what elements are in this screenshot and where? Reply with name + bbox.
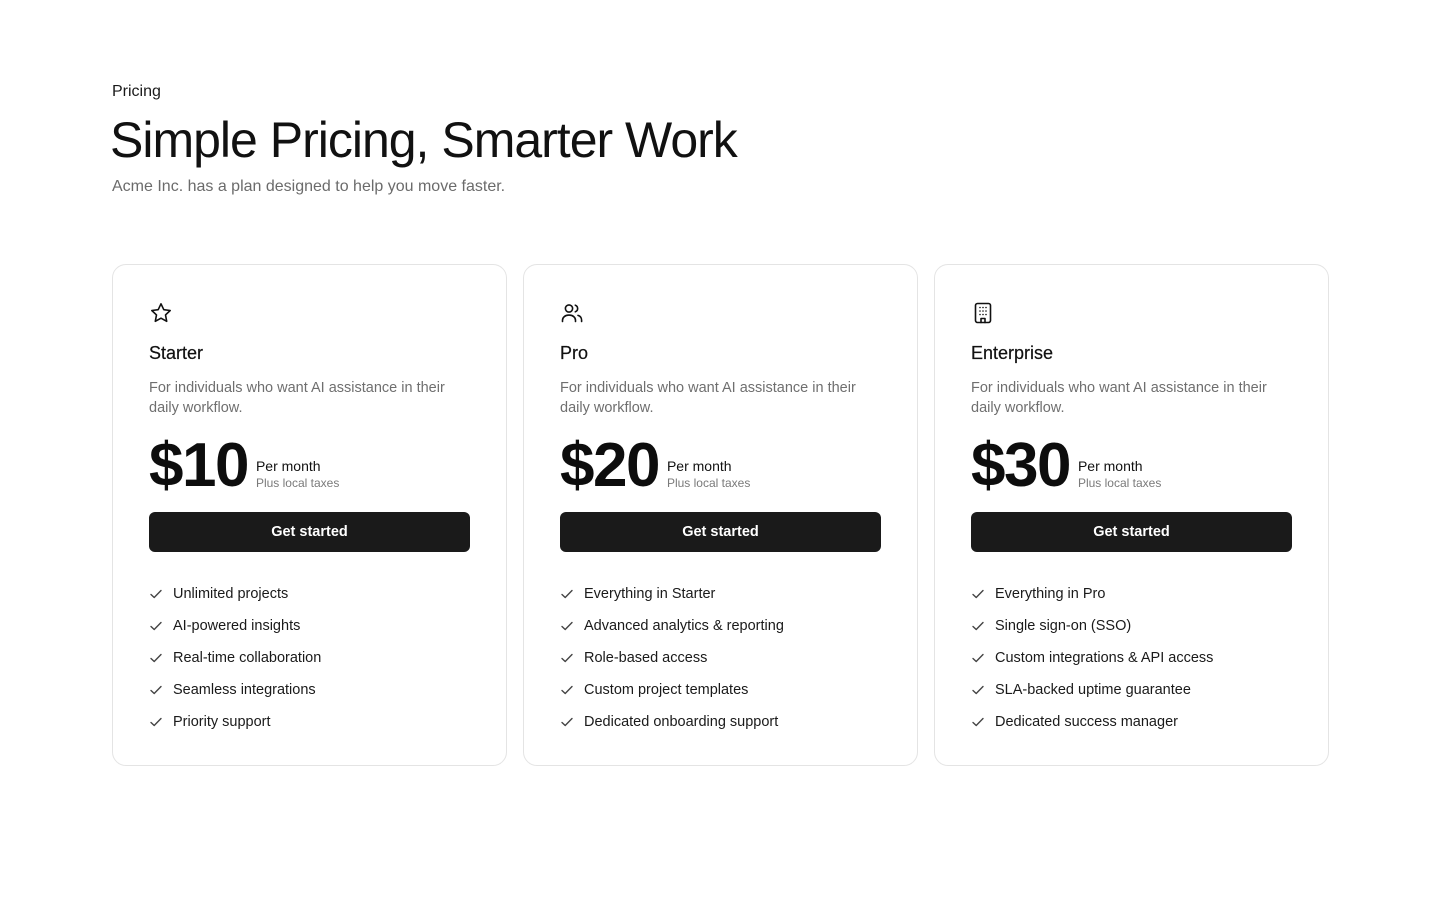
check-icon: [560, 619, 574, 633]
feature-label: Advanced analytics & reporting: [584, 618, 784, 634]
feature-item: Role-based access: [560, 642, 881, 674]
feature-list: Everything in Pro Single sign-on (SSO) C…: [971, 578, 1292, 738]
feature-item: Custom project templates: [560, 674, 881, 706]
feature-list: Unlimited projects AI-powered insights R…: [149, 578, 470, 738]
price-row: $30 Per month Plus local taxes: [971, 428, 1292, 500]
tax-note: Plus local taxes: [1077, 476, 1162, 490]
check-icon: [971, 651, 985, 665]
feature-label: Custom integrations & API access: [995, 650, 1214, 666]
feature-label: Dedicated success manager: [995, 714, 1178, 730]
feature-label: Custom project templates: [584, 682, 749, 698]
plan-name: Enterprise: [971, 343, 1054, 363]
plan-price: $30: [971, 431, 1071, 500]
tax-note: Plus local taxes: [255, 476, 340, 490]
feature-label: Seamless integrations: [173, 682, 316, 698]
plan-description: For individuals who want AI assistance i…: [560, 380, 856, 416]
price-period: Per month: [666, 458, 732, 474]
pricing-cards: Starter For individuals who want AI assi…: [112, 264, 1329, 766]
plan-card-pro: Pro For individuals who want AI assistan…: [523, 264, 918, 766]
feature-item: SLA-backed uptime guarantee: [971, 674, 1292, 706]
check-icon: [149, 619, 163, 633]
check-icon: [149, 587, 163, 601]
feature-label: Dedicated onboarding support: [584, 714, 779, 730]
price-meta: Per month Plus local taxes: [1078, 458, 1161, 496]
plan-name: Starter: [149, 343, 204, 363]
check-icon: [560, 587, 574, 601]
feature-item: Dedicated onboarding support: [560, 706, 881, 738]
feature-item: Everything in Pro: [971, 578, 1292, 610]
feature-item: Everything in Starter: [560, 578, 881, 610]
feature-item: Real-time collaboration: [149, 642, 470, 674]
plan-name: Pro: [560, 343, 589, 363]
building-icon: [971, 301, 995, 325]
plan-description: For individuals who want AI assistance i…: [971, 380, 1267, 416]
price-row: $20 Per month Plus local taxes: [560, 428, 881, 500]
page-subtitle: Acme Inc. has a plan designed to help yo…: [112, 178, 506, 195]
get-started-button[interactable]: Get started: [149, 512, 470, 552]
tax-note: Plus local taxes: [666, 476, 751, 490]
feature-label: Real-time collaboration: [173, 650, 322, 666]
feature-item: Single sign-on (SSO): [971, 610, 1292, 642]
feature-item: Custom integrations & API access: [971, 642, 1292, 674]
feature-item: Advanced analytics & reporting: [560, 610, 881, 642]
price-period: Per month: [1077, 458, 1143, 474]
check-icon: [560, 683, 574, 697]
get-started-button[interactable]: Get started: [560, 512, 881, 552]
plan-price: $20: [560, 431, 660, 500]
check-icon: [971, 715, 985, 729]
feature-item: AI-powered insights: [149, 610, 470, 642]
check-icon: [971, 683, 985, 697]
feature-item: Priority support: [149, 706, 470, 738]
feature-label: AI-powered insights: [173, 618, 301, 634]
plan-card-enterprise: Enterprise For individuals who want AI a…: [934, 264, 1329, 766]
feature-label: Single sign-on (SSO): [995, 618, 1132, 634]
star-icon: [149, 301, 173, 325]
check-icon: [149, 683, 163, 697]
plan-price: $10: [149, 431, 249, 500]
feature-label: Everything in Starter: [584, 586, 716, 602]
check-icon: [149, 715, 163, 729]
check-icon: [971, 587, 985, 601]
section-eyebrow: Pricing: [112, 83, 161, 100]
page-title: Simple Pricing, Smarter Work: [110, 112, 738, 168]
plan-description: For individuals who want AI assistance i…: [149, 380, 445, 416]
feature-item: Dedicated success manager: [971, 706, 1292, 738]
plan-card-starter: Starter For individuals who want AI assi…: [112, 264, 507, 766]
feature-item: Seamless integrations: [149, 674, 470, 706]
check-icon: [149, 651, 163, 665]
feature-item: Unlimited projects: [149, 578, 470, 610]
price-meta: Per month Plus local taxes: [667, 458, 750, 496]
users-icon: [560, 301, 584, 325]
price-period: Per month: [255, 458, 321, 474]
feature-label: Everything in Pro: [995, 586, 1106, 602]
check-icon: [560, 715, 574, 729]
feature-list: Everything in Starter Advanced analytics…: [560, 578, 881, 738]
check-icon: [560, 651, 574, 665]
price-meta: Per month Plus local taxes: [256, 458, 339, 496]
pricing-page: Pricing Simple Pricing, Smarter Work Acm…: [0, 0, 1440, 900]
check-icon: [971, 619, 985, 633]
price-row: $10 Per month Plus local taxes: [149, 428, 470, 500]
get-started-button[interactable]: Get started: [971, 512, 1292, 552]
feature-label: Role-based access: [584, 650, 708, 666]
feature-label: SLA-backed uptime guarantee: [995, 682, 1191, 698]
feature-label: Unlimited projects: [173, 586, 289, 602]
feature-label: Priority support: [173, 714, 271, 730]
